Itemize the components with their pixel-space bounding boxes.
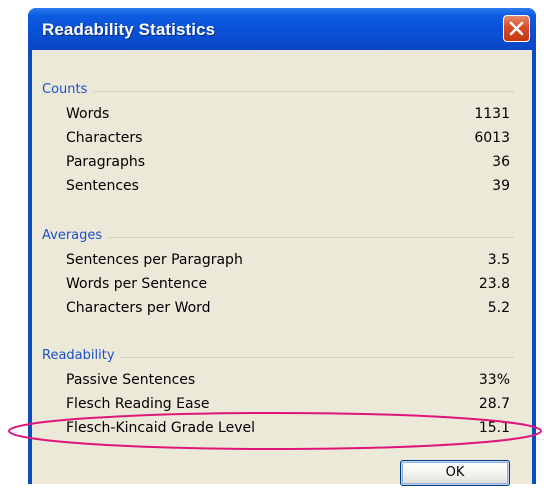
averages-group-divider — [42, 237, 514, 238]
stat-label: Sentences per Paragraph — [66, 252, 243, 268]
stat-label: Flesch-Kincaid Grade Level — [66, 420, 256, 436]
readability-statistics-dialog: Readability Statistics Counts Words 1131… — [28, 8, 536, 486]
stat-label: Paragraphs — [66, 154, 146, 170]
stat-value: 36 — [492, 154, 510, 170]
stat-value: 1131 — [474, 106, 510, 122]
stat-value: 23.8 — [478, 276, 510, 292]
stat-value: 33% — [478, 372, 510, 388]
stat-value: 6013 — [474, 130, 510, 146]
stat-row-sentences: Sentences 39 — [66, 178, 510, 202]
stat-label: Words — [66, 106, 110, 122]
stat-label: Sentences — [66, 178, 139, 194]
readability-group-title: Readability — [42, 348, 121, 363]
stat-value: 39 — [492, 178, 510, 194]
stat-label: Flesch Reading Ease — [66, 396, 210, 412]
stat-row-words-per-sentence: Words per Sentence 23.8 — [66, 276, 510, 300]
stat-value: 5.2 — [487, 300, 510, 316]
stat-label: Words per Sentence — [66, 276, 208, 292]
close-button[interactable] — [503, 15, 530, 42]
stat-value: 3.5 — [487, 252, 510, 268]
stat-row-flesch-kincaid-grade-level: Flesch-Kincaid Grade Level 15.1 — [66, 420, 510, 444]
title-bar[interactable]: Readability Statistics — [28, 8, 536, 50]
stat-label: Passive Sentences — [66, 372, 196, 388]
stat-label: Characters — [66, 130, 143, 146]
counts-group-header: Counts — [42, 82, 514, 100]
stat-row-sentences-per-paragraph: Sentences per Paragraph 3.5 — [66, 252, 510, 276]
stat-row-paragraphs: Paragraphs 36 — [66, 154, 510, 178]
stat-value: 28.7 — [478, 396, 510, 412]
stat-row-characters-per-word: Characters per Word 5.2 — [66, 300, 510, 324]
averages-group-header: Averages — [42, 228, 514, 246]
readability-group-header: Readability — [42, 348, 514, 366]
stat-row-passive-sentences: Passive Sentences 33% — [66, 372, 510, 396]
stat-row-flesch-reading-ease: Flesch Reading Ease 28.7 — [66, 396, 510, 420]
dialog-title: Readability Statistics — [42, 20, 216, 39]
averages-group-title: Averages — [42, 228, 109, 243]
ok-button[interactable]: OK — [400, 460, 510, 486]
counts-group-title: Counts — [42, 82, 94, 97]
stat-label: Characters per Word — [66, 300, 211, 316]
counts-group-divider — [42, 91, 514, 92]
close-x-icon — [509, 21, 524, 36]
stat-row-characters: Characters 6013 — [66, 130, 510, 154]
stat-row-words: Words 1131 — [66, 106, 510, 130]
stat-value: 15.1 — [478, 420, 510, 436]
dialog-body: Counts Words 1131 Characters 6013 Paragr… — [32, 50, 532, 486]
